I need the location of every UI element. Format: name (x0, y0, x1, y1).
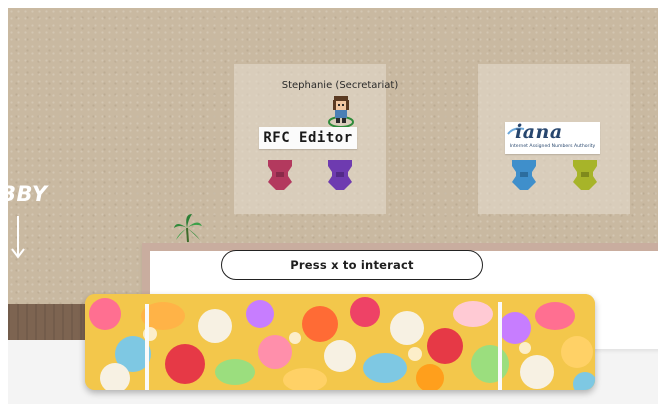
palm-plant-icon (174, 214, 202, 243)
down-arrow-icon (11, 216, 25, 259)
iana-sign: iana Internet Assigned Numbers Authority (505, 121, 600, 154)
chair-icon[interactable] (326, 158, 354, 192)
interact-prompt-button[interactable]: Press x to interact (221, 250, 483, 280)
pixel-avatar-icon[interactable] (328, 94, 354, 128)
chair-icon[interactable] (571, 158, 599, 192)
virtual-office-map[interactable]: BBY Stephanie (Secretariat) RFC Editor i… (0, 0, 658, 404)
avatar-name-label: Stephanie (Secretariat) (281, 80, 399, 91)
chair-icon[interactable] (266, 158, 294, 192)
lobby-label: BBY (0, 182, 48, 206)
iana-subtitle: Internet Assigned Numbers Authority (509, 144, 596, 149)
candy-illustration (85, 294, 595, 390)
iana-logo-text: iana (515, 121, 563, 143)
interact-prompt-text: Press x to interact (290, 258, 414, 272)
rfc-editor-sign: RFC Editor (259, 127, 357, 149)
rfc-editor-sign-text: RFC Editor (263, 130, 353, 146)
chair-icon[interactable] (510, 158, 538, 192)
candy-banner-image (85, 294, 595, 390)
